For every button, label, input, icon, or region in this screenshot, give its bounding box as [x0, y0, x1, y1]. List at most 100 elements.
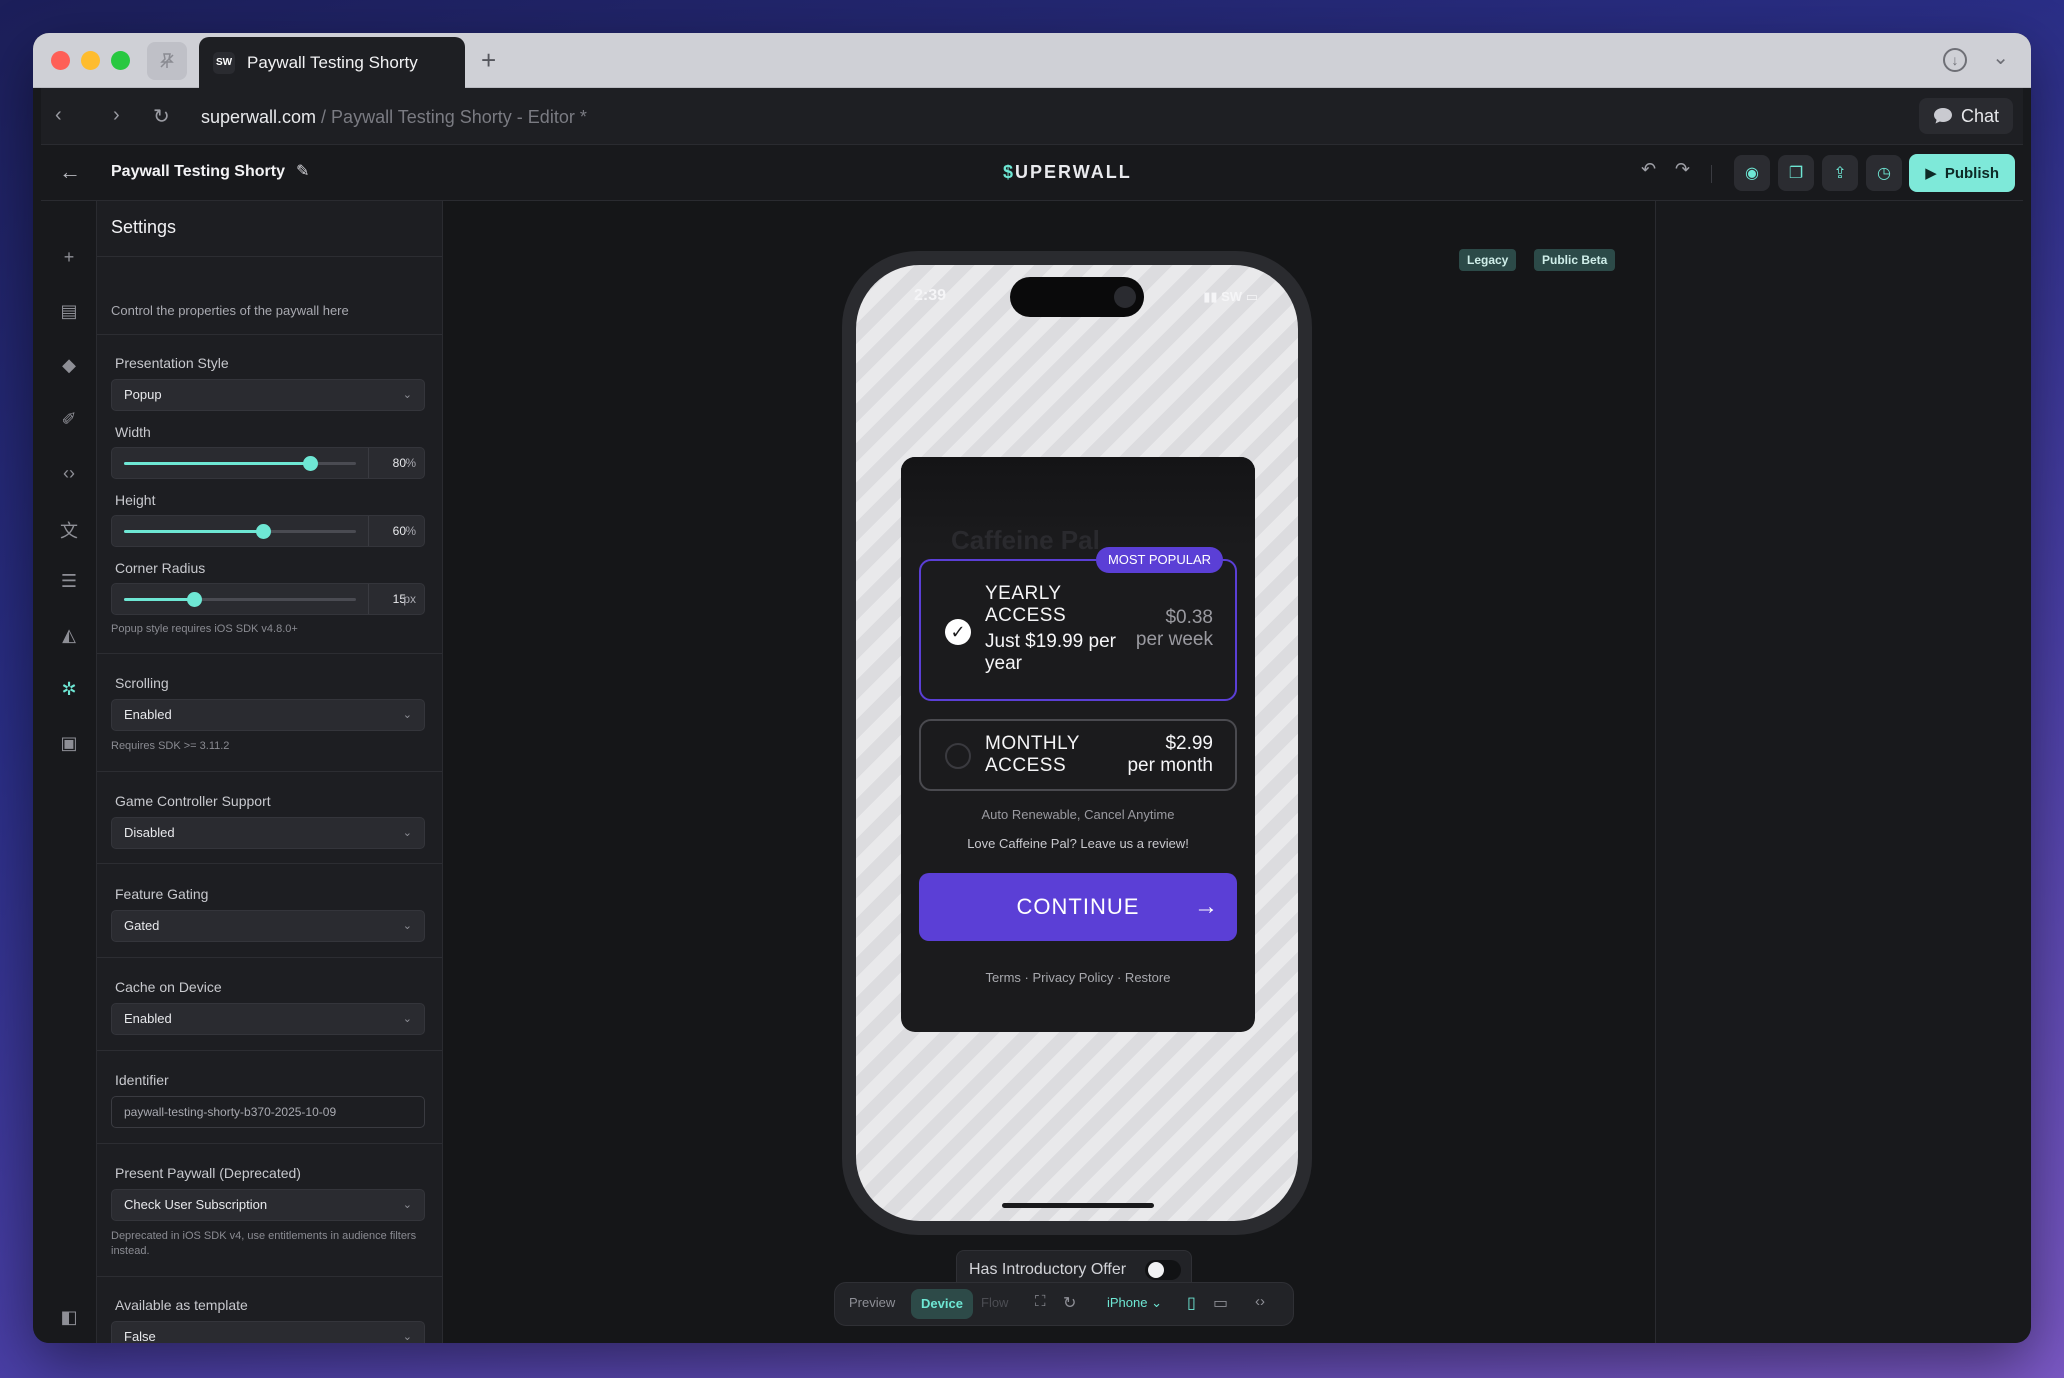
variables-icon[interactable]: ▣ [41, 733, 97, 754]
height-value[interactable]: 60 [374, 524, 406, 538]
paywall-popup[interactable]: Caffeine Pal MOST POPULAR ✓ YEARLY ACCES… [901, 457, 1255, 1032]
back-chevron-icon[interactable]: ‹ [55, 104, 62, 127]
paywall-header-title: Caffeine Pal [951, 525, 1100, 555]
publish-button[interactable]: ▶ Publish [1909, 154, 2015, 192]
available-template-value: False [124, 1329, 156, 1343]
device-mode-button[interactable]: Device [911, 1289, 973, 1319]
brush-icon[interactable]: ✐ [41, 409, 97, 430]
divider [368, 448, 369, 478]
reload-icon[interactable]: ↻ [153, 104, 170, 129]
flow-mode-button[interactable]: Flow [981, 1295, 1008, 1310]
most-popular-badge: MOST POPULAR [1095, 547, 1223, 573]
layout-icon[interactable]: ▤ [41, 301, 97, 322]
duplicate-icon[interactable]: ❐ [1778, 155, 1814, 191]
feature-gating-value: Gated [124, 918, 160, 933]
available-template-select[interactable]: False ⌄ [111, 1321, 425, 1343]
tab-paywall-testing[interactable]: SW Paywall Testing Shorty [199, 37, 465, 88]
landscape-icon[interactable]: ▭ [1213, 1293, 1228, 1313]
settings-gear-icon[interactable]: ✲ [41, 679, 97, 700]
download-icon[interactable]: ↓ [1943, 48, 1967, 72]
phone-screen: 2:39 ▮▮ SW ▭ Caffeine Pal MOST POPULAR ✓… [856, 265, 1298, 1221]
redo-icon[interactable]: ↷ [1675, 159, 1690, 180]
intro-offer-label: Has Introductory Offer [969, 1260, 1127, 1278]
code-view-icon[interactable]: ‹› [1255, 1293, 1265, 1310]
url-field[interactable]: superwall.com / Paywall Testing Shorty -… [201, 107, 587, 128]
yearly-option[interactable]: MOST POPULAR ✓ YEARLY ACCESS Just $19.99… [919, 547, 1237, 701]
tag-icon[interactable]: ◆ [41, 355, 97, 376]
width-value[interactable]: 80 [374, 456, 406, 470]
code-icon[interactable]: ‹› [41, 463, 97, 484]
intro-offer-toggle[interactable] [1145, 1260, 1181, 1280]
tab-list-chevron-icon[interactable]: ⌄ [1992, 45, 2009, 70]
continue-button[interactable]: CONTINUE → [919, 873, 1237, 941]
height-slider-thumb[interactable] [256, 524, 272, 539]
tool-rail: + ▤ ◆ ✐ ‹› 文 ☰ ◭ ✲ ▣ ◧ [41, 201, 97, 1343]
height-unit: % [405, 524, 416, 538]
feature-gating-select[interactable]: Gated ⌄ [111, 910, 425, 942]
presentation-style-select[interactable]: Popup ⌄ [111, 379, 425, 411]
preview-eye-icon[interactable]: ◉ [1734, 155, 1770, 191]
zoom-window-button[interactable] [111, 51, 130, 70]
divider [368, 516, 369, 546]
forward-chevron-icon[interactable]: › [113, 104, 120, 127]
url-path: / Paywall Testing Shorty - Editor * [316, 107, 587, 127]
corner-radius-slider-row: 15 px [111, 583, 425, 615]
translate-icon[interactable]: 文 [41, 517, 97, 543]
width-slider-fill [124, 462, 310, 465]
back-arrow-icon[interactable]: ← [59, 159, 81, 185]
chevron-down-icon: ⌄ [402, 1013, 412, 1025]
scrolling-select[interactable]: Enabled ⌄ [111, 699, 425, 731]
new-tab-plus-icon[interactable]: + [481, 45, 496, 76]
width-slider-thumb[interactable] [302, 456, 318, 471]
corner-radius-slider[interactable] [124, 592, 356, 607]
close-window-button[interactable] [51, 51, 70, 70]
divider [97, 256, 442, 257]
settings-subtitle: Control the properties of the paywall he… [111, 303, 349, 318]
preview-mode-button[interactable]: Preview [849, 1295, 895, 1310]
footer-links[interactable]: Terms · Privacy Policy · Restore [901, 970, 1255, 985]
divider [368, 584, 369, 614]
chat-button[interactable]: Chat [1918, 98, 2013, 134]
chat-bubble-icon [1933, 108, 1952, 124]
portrait-icon[interactable]: ▯ [1187, 1293, 1196, 1313]
popup-note: Popup style requires iOS SDK v4.8.0+ [111, 623, 298, 635]
checklist-icon[interactable]: ☰ [41, 571, 97, 592]
minimize-window-button[interactable] [81, 51, 100, 70]
chevron-down-icon: ⌄ [402, 709, 412, 721]
cache-on-device-select[interactable]: Enabled ⌄ [111, 1003, 425, 1035]
fullscreen-icon[interactable]: ⛶ [1035, 1293, 1046, 1310]
review-text[interactable]: Love Caffeine Pal? Leave us a review! [901, 836, 1255, 851]
sidebar-toggle-icon[interactable]: ◧ [41, 1307, 97, 1328]
identifier-field[interactable]: paywall-testing-shorty-b370-2025-10-09 [111, 1096, 425, 1128]
corner-radius-value[interactable]: 15 [374, 592, 406, 606]
divider [97, 1143, 442, 1144]
yearly-name-line1: YEARLY [985, 583, 1062, 604]
height-slider[interactable] [124, 524, 356, 539]
add-icon[interactable]: + [41, 247, 97, 268]
settings-panel: Settings Control the properties of the p… [97, 201, 443, 1343]
pin-icon[interactable] [147, 42, 187, 80]
bell-icon[interactable]: ◭ [41, 625, 97, 646]
device-type-select[interactable]: iPhone ⌄ [1107, 1295, 1162, 1311]
game-controller-select[interactable]: Disabled ⌄ [111, 817, 425, 849]
present-paywall-label: Present Paywall (Deprecated) [115, 1165, 301, 1181]
divider [97, 1276, 442, 1277]
superwall-favicon-icon: SW [213, 51, 235, 74]
corner-radius-slider-thumb[interactable] [186, 592, 202, 607]
settings-title: Settings [111, 217, 177, 237]
present-paywall-select[interactable]: Check User Subscription ⌄ [111, 1189, 425, 1221]
present-paywall-note: Deprecated in iOS SDK v4, use entitlemen… [111, 1230, 417, 1257]
share-icon[interactable]: ⇪ [1822, 155, 1858, 191]
edit-pencil-icon[interactable]: ✎ [296, 161, 309, 181]
monthly-option[interactable]: MONTHLY ACCESS $2.99 per month [919, 719, 1237, 791]
yearly-name-line2: ACCESS [985, 605, 1067, 626]
undo-icon[interactable]: ↶ [1641, 159, 1656, 180]
yearly-price: $0.38 [1165, 607, 1213, 628]
width-slider[interactable] [124, 456, 356, 471]
history-clock-icon[interactable]: ◷ [1866, 155, 1902, 191]
divider [97, 771, 442, 772]
height-slider-fill [124, 530, 264, 533]
chevron-down-icon: ⌄ [402, 827, 412, 839]
camera-icon [1114, 286, 1136, 308]
refresh-icon[interactable]: ↻ [1063, 1293, 1076, 1313]
